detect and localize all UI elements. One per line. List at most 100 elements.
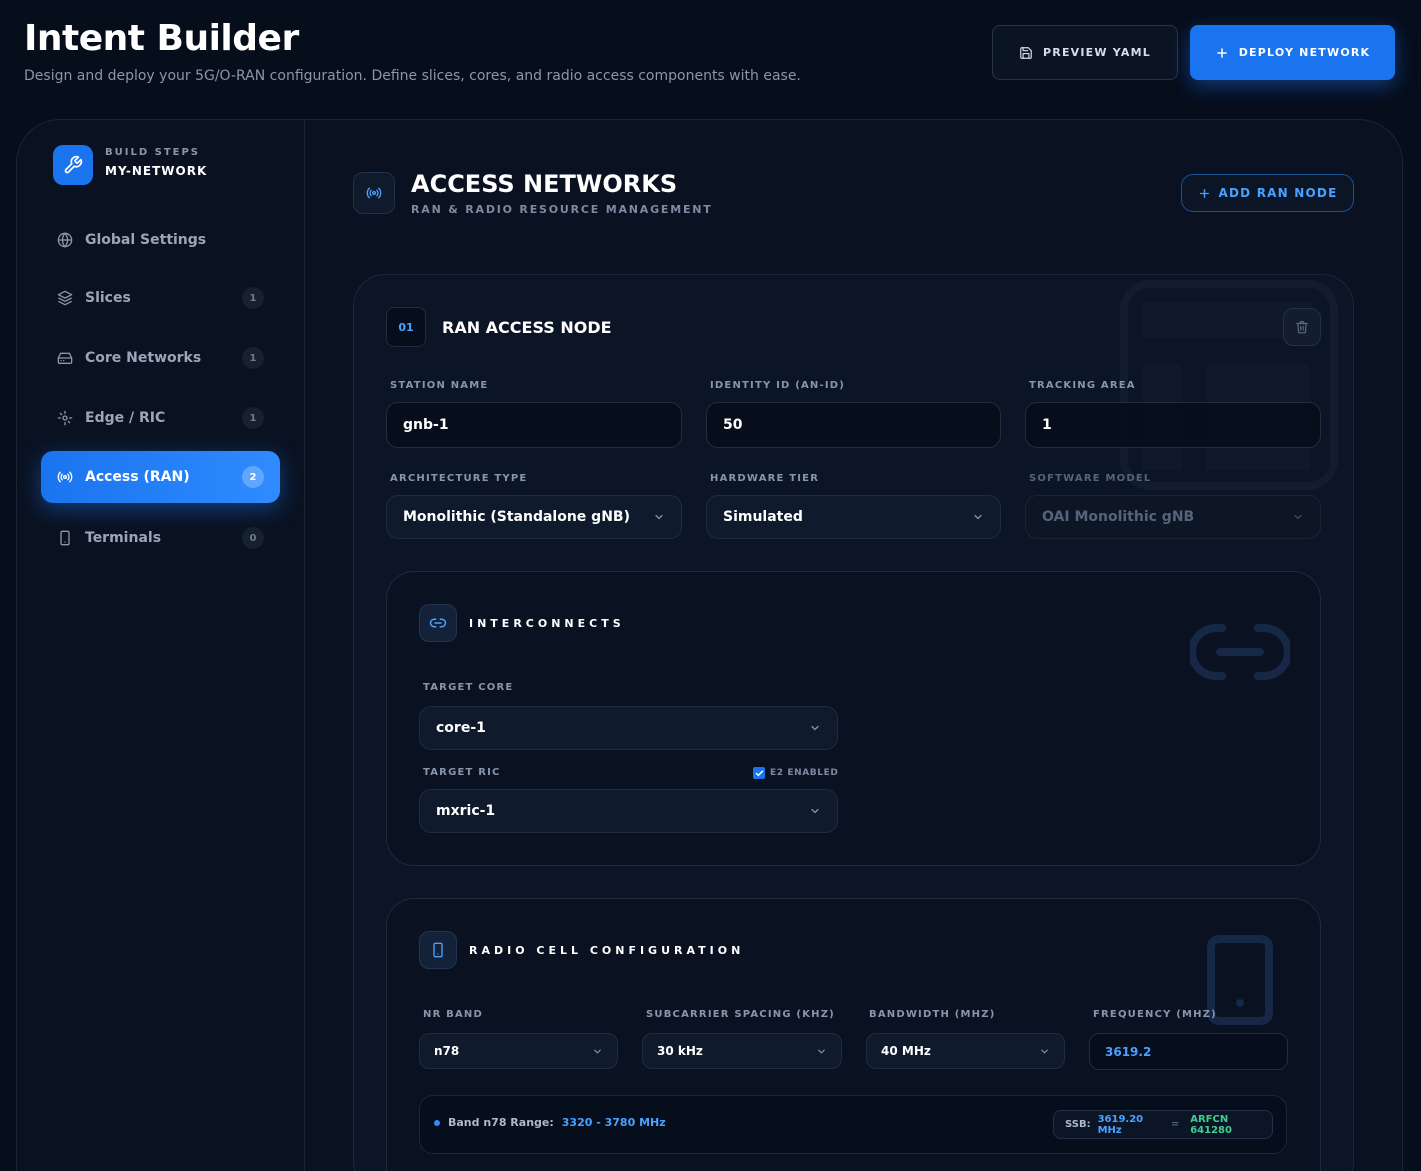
plus-icon — [1215, 46, 1229, 60]
station-name-label: STATION NAME — [390, 380, 489, 391]
save-icon — [1019, 46, 1033, 60]
station-name-input[interactable]: gnb-1 — [386, 402, 682, 448]
scs-value: 30 kHz — [657, 1044, 703, 1058]
identity-id-value: 50 — [723, 417, 743, 433]
tracking-area-input[interactable]: 1 — [1025, 402, 1321, 448]
ssb-value: 3619.20 MHz — [1097, 1113, 1144, 1136]
nr-band-label: NR BAND — [423, 1009, 483, 1020]
e2-enabled-toggle[interactable]: E2 ENABLED — [753, 767, 838, 779]
build-steps-kicker: BUILD STEPS — [105, 147, 201, 158]
bandwidth-label: BANDWIDTH (MHZ) — [869, 1009, 996, 1020]
software-model-select: OAI Monolithic gNB — [1025, 495, 1321, 539]
frequency-label: FREQUENCY (MHZ) — [1093, 1009, 1217, 1020]
target-ric-select[interactable]: mxric-1 — [419, 789, 838, 833]
e2-checkbox[interactable] — [753, 767, 765, 779]
chevron-down-icon — [592, 1046, 603, 1057]
network-name: MY-NETWORK — [105, 164, 208, 178]
radio-cell-title: RADIO CELL CONFIGURATION — [469, 944, 745, 957]
add-ran-node-label: ADD RAN NODE — [1218, 186, 1338, 200]
tracking-area-label: TRACKING AREA — [1029, 380, 1136, 391]
sidebar-item-access-ran[interactable]: Access (RAN) 2 — [41, 451, 280, 503]
sidebar-item-global-settings[interactable]: Global Settings — [41, 214, 280, 266]
sidebar-divider — [304, 120, 305, 1171]
hardware-tier-label: HARDWARE TIER — [710, 473, 820, 484]
page-subtitle: Design and deploy your 5G/O-RAN configur… — [24, 68, 801, 84]
identity-id-input[interactable]: 50 — [706, 402, 1001, 448]
sidebar-item-label: Global Settings — [85, 232, 207, 248]
preview-yaml-button[interactable]: PREVIEW YAML — [992, 25, 1178, 80]
architecture-type-label: ARCHITECTURE TYPE — [390, 473, 528, 484]
deploy-network-button[interactable]: DEPLOY NETWORK — [1190, 25, 1395, 80]
chevron-down-icon — [809, 805, 821, 817]
server-icon — [57, 350, 73, 366]
chevron-down-icon — [972, 511, 984, 523]
phone-icon — [419, 931, 457, 969]
nr-band-select[interactable]: n78 — [419, 1033, 618, 1069]
band-range-value: 3320 - 3780 MHz — [561, 1116, 666, 1129]
phone-icon — [57, 530, 73, 546]
target-core-select[interactable]: core-1 — [419, 706, 838, 750]
chevron-down-icon — [653, 511, 665, 523]
plus-icon — [1198, 187, 1211, 200]
layers-icon — [57, 290, 73, 306]
chevron-down-icon — [1039, 1046, 1050, 1057]
target-core-label: TARGET CORE — [423, 682, 514, 693]
link-watermark-icon — [1190, 620, 1290, 684]
chevron-down-icon — [816, 1046, 827, 1057]
hardware-tier-value: Simulated — [723, 509, 803, 525]
ssb-arfcn-pill: SSB: 3619.20 MHz = ARFCN 641280 — [1053, 1110, 1273, 1139]
bandwidth-value: 40 MHz — [881, 1044, 931, 1058]
node-title: RAN ACCESS NODE — [442, 318, 612, 337]
hardware-tier-select[interactable]: Simulated — [706, 495, 1001, 539]
antenna-icon — [353, 172, 395, 214]
e2-enabled-label: E2 ENABLED — [770, 768, 839, 778]
sidebar-item-label: Slices — [85, 290, 131, 306]
status-dot — [434, 1119, 440, 1126]
sidebar-item-terminals[interactable]: Terminals 0 — [41, 512, 280, 564]
equals-sign: = — [1170, 1119, 1180, 1130]
delete-node-button[interactable] — [1283, 308, 1321, 346]
wrench-icon — [53, 145, 93, 185]
deploy-network-label: DEPLOY NETWORK — [1238, 46, 1371, 59]
section-subtitle: RAN & RADIO RESOURCE MANAGEMENT — [411, 203, 713, 216]
target-core-value: core-1 — [436, 720, 486, 736]
sidebar-item-edge-ric[interactable]: Edge / RIC 1 — [41, 392, 280, 444]
chevron-down-icon — [1292, 511, 1304, 523]
tracking-area-value: 1 — [1042, 417, 1052, 433]
target-ric-label: TARGET RIC — [423, 767, 501, 778]
preview-yaml-label: PREVIEW YAML — [1043, 46, 1151, 59]
sidebar-item-core-networks[interactable]: Core Networks 1 — [41, 332, 280, 384]
software-model-value: OAI Monolithic gNB — [1042, 509, 1195, 525]
scs-select[interactable]: 30 kHz — [642, 1033, 842, 1069]
section-title: ACCESS NETWORKS — [411, 170, 678, 198]
chevron-down-icon — [809, 722, 821, 734]
interconnects-title: INTERCONNECTS — [469, 617, 625, 630]
architecture-type-select[interactable]: Monolithic (Standalone gNB) — [386, 495, 682, 539]
count-badge: 1 — [242, 407, 264, 429]
scs-label: SUBCARRIER SPACING (KHZ) — [646, 1009, 835, 1020]
add-ran-node-button[interactable]: ADD RAN NODE — [1181, 174, 1354, 212]
station-name-value: gnb-1 — [403, 417, 449, 433]
architecture-type-value: Monolithic (Standalone gNB) — [403, 509, 630, 525]
band-range-info: Band n78 Range: 3320 - 3780 MHz — [434, 1116, 666, 1129]
ssb-label: SSB: — [1065, 1119, 1091, 1130]
software-model-label: SOFTWARE MODEL — [1029, 473, 1152, 484]
sidebar-item-slices[interactable]: Slices 1 — [41, 272, 280, 324]
count-badge: 1 — [242, 347, 264, 369]
link-icon — [419, 604, 457, 642]
edge-icon — [57, 410, 73, 426]
globe-icon — [57, 232, 73, 248]
antenna-icon — [57, 469, 73, 485]
band-range-label: Band n78 Range: — [448, 1116, 554, 1129]
count-badge: 0 — [242, 527, 264, 549]
node-number-badge: 01 — [386, 307, 426, 347]
target-ric-value: mxric-1 — [436, 803, 496, 819]
identity-id-label: IDENTITY ID (AN-ID) — [710, 380, 846, 391]
nr-band-value: n78 — [434, 1044, 460, 1058]
count-badge: 2 — [242, 466, 264, 488]
arfcn-value: ARFCN 641280 — [1190, 1113, 1232, 1136]
frequency-input[interactable]: 3619.2 — [1089, 1033, 1288, 1070]
trash-icon — [1295, 320, 1309, 334]
frequency-value: 3619.2 — [1105, 1044, 1152, 1059]
bandwidth-select[interactable]: 40 MHz — [866, 1033, 1065, 1069]
